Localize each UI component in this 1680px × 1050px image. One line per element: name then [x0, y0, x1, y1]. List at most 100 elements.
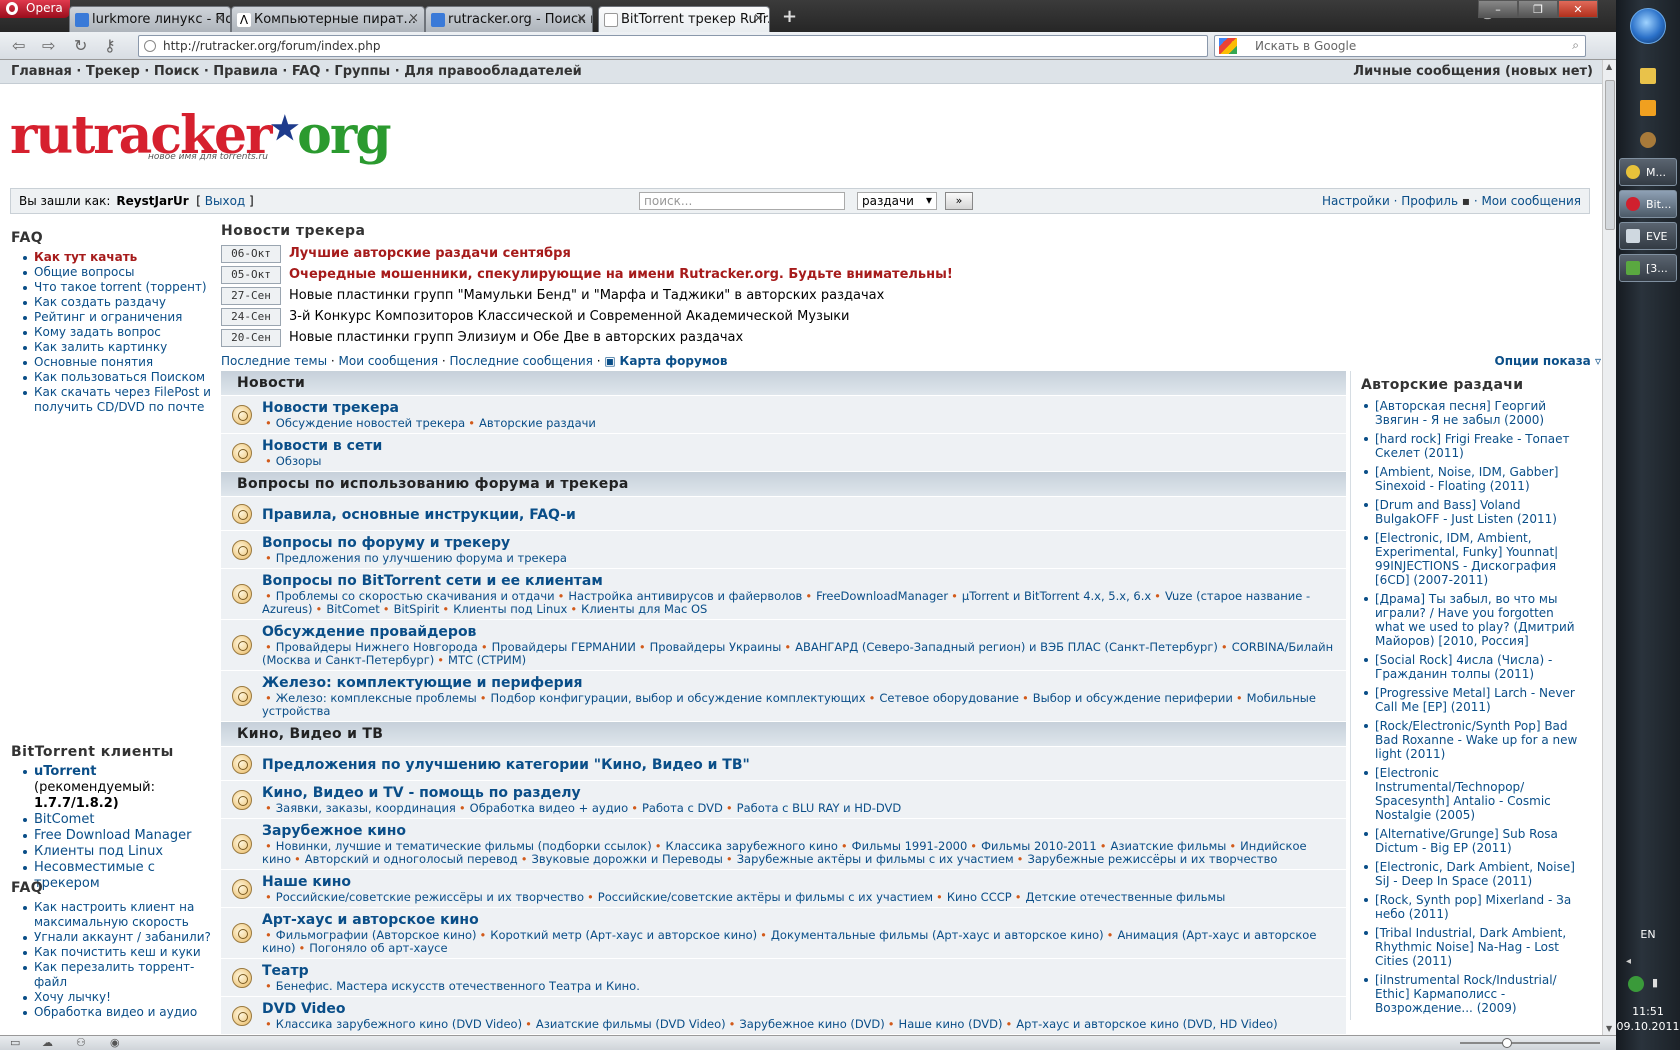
forum-title-link[interactable]: DVD Video — [262, 1001, 1336, 1018]
subforum-link[interactable]: Зарубежные актёры и фильмы с их участием — [723, 852, 1014, 866]
sidebar-item-client[interactable]: Клиенты под Linux — [23, 844, 221, 860]
news-link[interactable]: Новые пластинки групп "Мамульки Бенд" и … — [289, 288, 884, 303]
forum-category-header[interactable]: Новости — [221, 371, 1346, 396]
forum-map-link[interactable]: Карта форумов — [620, 354, 728, 368]
sidebar-item-faq[interactable]: Обработка видео и аудио — [23, 1005, 221, 1020]
nav-link[interactable]: Поиск — [154, 64, 199, 79]
scrollbar-thumb[interactable] — [1605, 80, 1615, 230]
forum-category-header[interactable]: Вопросы по использованию форума и трекер… — [221, 472, 1346, 497]
sidebar-item-faq[interactable]: Как создать раздачу — [23, 295, 221, 310]
forum-category-header[interactable]: Кино, Видео и ТВ — [221, 722, 1346, 747]
subforum-link[interactable]: Классика зарубежного кино (DVD Video) — [262, 1017, 522, 1031]
news-link[interactable]: 3-й Конкурс Композиторов Классической и … — [289, 309, 850, 324]
panel-toggle-icon[interactable]: ▭ — [10, 1036, 20, 1049]
subforum-link[interactable]: Документальные фильмы (Арт-хаус и авторс… — [757, 928, 1104, 942]
subforum-link[interactable]: Настройка антивирусов и файерволов — [555, 589, 803, 603]
subforum-link[interactable]: Железо: комплексные проблемы — [262, 691, 477, 705]
subforum-link[interactable]: Зарубежное кино (DVD) — [726, 1017, 885, 1031]
language-indicator[interactable]: EN — [1616, 928, 1680, 941]
sidebar-item-faq[interactable]: Общие вопросы — [23, 265, 221, 280]
subforum-link[interactable]: Бенефис. Мастера искусств отечественного… — [262, 979, 640, 993]
author-release-link[interactable]: [Social Rock] 4исла (Числа) - Гражданин … — [1363, 653, 1586, 681]
author-release-link[interactable]: [Alternative/Grunge] Sub Rosa Dictum - B… — [1363, 827, 1586, 855]
subforum-link[interactable]: Подбор конфигурации, выбор и обсуждение … — [477, 691, 866, 705]
news-link[interactable]: Очередные мошенники, спекулирующие на им… — [289, 267, 953, 282]
taskbar-button[interactable]: M... — [1619, 158, 1677, 186]
subforum-link[interactable]: Наше кино (DVD) — [885, 1017, 1003, 1031]
reload-icon[interactable]: ↻ — [74, 36, 87, 55]
subforum-link[interactable]: µTorrent и BitTorrent 4.x, 5.x, 6.x — [948, 589, 1151, 603]
sidebar-item-client[interactable]: BitComet — [23, 812, 221, 828]
sidebar-item-faq[interactable]: Что такое torrent (торрент) — [23, 280, 221, 295]
subforum-link[interactable]: Сетевое оборудование — [866, 691, 1019, 705]
subforum-link[interactable]: Новинки, лучшие и тематические фильмы (п… — [262, 839, 652, 853]
app-icon[interactable] — [1640, 132, 1656, 148]
close-tab-icon[interactable]: × — [214, 11, 225, 26]
sidebar-item-faq[interactable]: Основные понятия — [23, 355, 221, 370]
scroll-up-icon[interactable]: ▲ — [1606, 62, 1612, 71]
subforum-link[interactable]: Провайдеры Нижнего Новгорода — [262, 640, 478, 654]
author-release-link[interactable]: [Rock/Electronic/Synth Pop] Bad Bad Roxa… — [1363, 719, 1586, 761]
browser-tab-active[interactable]: BitTorrent трекер RuTr... × — [598, 6, 770, 33]
subforum-link[interactable]: Обработка видео + аудио — [456, 801, 628, 815]
forum-title-link[interactable]: Обсуждение провайдеров — [262, 624, 1336, 641]
sidebar-item-faq[interactable]: Как пользоваться Поиском — [23, 370, 221, 385]
restore-button[interactable]: ❐ — [1518, 0, 1558, 18]
author-release-link[interactable]: [iInstrumental Rock/Industrial/ Ethic] К… — [1363, 973, 1586, 1015]
subforum-link[interactable]: Классика зарубежного кино — [652, 839, 838, 853]
sidebar-item-faq[interactable]: Кому задать вопрос — [23, 325, 221, 340]
forum-title-link[interactable]: Вопросы по форуму и трекеру — [262, 535, 1336, 552]
start-button[interactable] — [1630, 8, 1666, 44]
author-release-link[interactable]: [Ambient, Noise, IDM, Gabber] Sinexoid -… — [1363, 465, 1586, 493]
author-release-link[interactable]: [Rock, Synth pop] Mixerland - За небо (2… — [1363, 893, 1586, 921]
search-go-button[interactable]: » — [945, 192, 973, 210]
forum-title-link[interactable]: Вопросы по BitTorrent сети и ее клиентам — [262, 573, 1336, 590]
latest-topics-link[interactable]: Последние темы — [221, 354, 327, 368]
forum-title-link[interactable]: Зарубежное кино — [262, 823, 1336, 840]
nav-link[interactable]: Трекер — [86, 64, 140, 79]
nav-link[interactable]: FAQ — [292, 64, 321, 79]
subforum-link[interactable]: BitComet — [313, 602, 380, 616]
speed-dial-icon[interactable]: ◉ — [110, 1036, 120, 1049]
author-release-link[interactable]: [Drum and Bass] Voland BulgakOFF - Just … — [1363, 498, 1586, 526]
search-icon[interactable]: ⌕ — [1572, 38, 1579, 53]
subforum-link[interactable]: Провайдеры Украины — [636, 640, 782, 654]
subforum-link[interactable]: Кино СССР — [933, 890, 1012, 904]
subforum-link[interactable]: Азиатские фильмы — [1097, 839, 1227, 853]
forum-title-link[interactable]: Предложения по улучшению категории "Кино… — [262, 751, 1336, 774]
nav-link[interactable]: Для правообладателей — [404, 64, 582, 79]
author-release-link[interactable]: [Electronic Instrumental/Technopop/ Spac… — [1363, 766, 1586, 822]
subforum-link[interactable]: Российские/советские актёры и фильмы с и… — [584, 890, 933, 904]
subforum-link[interactable]: Зарубежные режиссёры и их творчество — [1014, 852, 1278, 866]
taskbar-button-active[interactable]: Bit... — [1619, 190, 1677, 218]
subforum-link[interactable]: МТС (СТРИМ) — [434, 653, 526, 667]
subforum-link[interactable]: АВАНГАРД (Северо-Западный регион) и ВЭБ … — [781, 640, 1218, 654]
taskbar-button[interactable]: [3... — [1619, 254, 1677, 282]
forum-title-link[interactable]: Новости в сети — [262, 438, 1336, 455]
subforum-link[interactable]: Клиенты под Linux — [439, 602, 567, 616]
back-arrow-icon[interactable]: ⇦ — [12, 36, 25, 55]
sidebar-item-faq[interactable]: Хочу лычку! — [23, 990, 221, 1005]
sidebar-item-faq[interactable]: Рейтинг и ограничения — [23, 310, 221, 325]
key-icon[interactable]: ⚷ — [104, 36, 116, 55]
subforum-link[interactable]: Арт-хаус и авторское кино (DVD, HD Video… — [1002, 1017, 1277, 1031]
subforum-link[interactable]: Провайдеры ГЕРМАНИИ — [478, 640, 636, 654]
google-icon[interactable] — [1219, 38, 1237, 54]
minimize-button[interactable]: – — [1478, 0, 1518, 18]
zoom-slider-knob[interactable] — [1502, 1038, 1512, 1048]
subforum-link[interactable]: Работа с BLU RAY и HD-DVD — [723, 801, 901, 815]
browser-tab[interactable]: Λ Компьютерные пират... × — [231, 6, 425, 32]
display-options-link[interactable]: Опции показа ▿ — [1495, 354, 1601, 368]
subforum-link[interactable]: BitSpirit — [380, 602, 440, 616]
forum-title-link[interactable]: Новости трекера — [262, 400, 1336, 417]
browser-tab[interactable]: lurkmore линукс - По... × — [69, 6, 231, 32]
subforum-link[interactable]: Обзоры — [262, 454, 321, 468]
sidebar-item-utorrent[interactable]: uTorrent (рекомендуемый: 1.7.7/1.8.2) — [23, 764, 221, 812]
subforum-link[interactable]: Заявки, заказы, координация — [262, 801, 456, 815]
subforum-link[interactable]: Проблемы со скоростью скачивания и отдач… — [262, 589, 555, 603]
browser-tab[interactable]: rutracker.org - Поиск в...× — [425, 6, 593, 32]
nav-link[interactable]: Правила — [213, 64, 278, 79]
vertical-scrollbar[interactable]: ▲ ▼ — [1602, 60, 1616, 1035]
author-release-link[interactable]: [Electronic, IDM, Ambient, Experimental,… — [1363, 531, 1586, 587]
subforum-link[interactable]: Звуковые дорожки и Переводы — [518, 852, 723, 866]
